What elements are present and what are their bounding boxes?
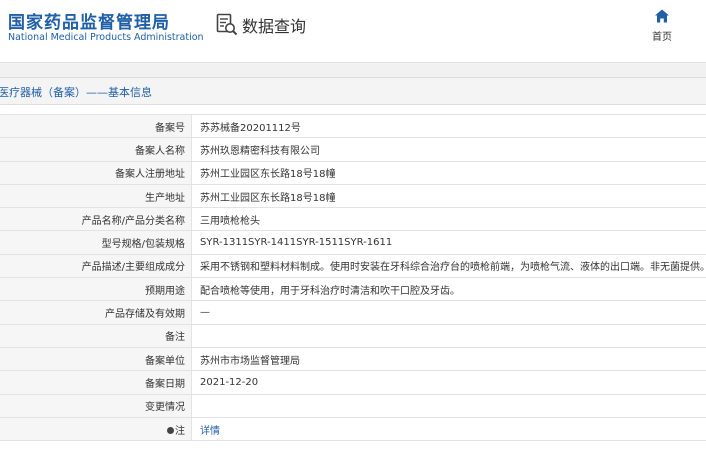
table-row-note: 注 详情	[0, 417, 706, 442]
row-value	[191, 324, 706, 348]
section-header: 医疗器械（备案）——基本信息	[0, 77, 706, 105]
row-label: 备案单位	[0, 347, 192, 372]
row-value: 苏苏械备20201112号	[191, 113, 706, 139]
home-nav[interactable]: 首页	[646, 8, 678, 43]
note-icon	[167, 427, 174, 434]
row-label: 产品存储及有效期	[0, 300, 192, 325]
row-label-note: 注	[0, 417, 192, 442]
header-divider-band	[0, 62, 706, 77]
row-label: 生产地址	[0, 184, 192, 209]
row-label: 备案人名称	[0, 137, 192, 162]
row-value	[191, 394, 706, 418]
row-label: 备案号	[0, 113, 192, 139]
section-title: 医疗器械（备案）——基本信息	[0, 86, 152, 99]
info-table: 备案号 苏苏械备20201112号 备案人名称 苏州玖恩精密科技有限公司 备案人注册地址…	[0, 113, 706, 442]
row-value: 三用喷枪枪头	[191, 207, 706, 232]
row-label: 变更情况	[0, 394, 192, 418]
home-icon	[655, 9, 669, 23]
site-header: 国家药品监督管理局 National Medical Products Admi…	[0, 0, 706, 62]
note-label: 注	[175, 425, 185, 437]
table-row: 生产地址 苏州工业园区东长路18号18幢	[0, 184, 706, 209]
row-label: 型号规格/包装规格	[0, 230, 192, 255]
table-row: 备案号 苏苏械备20201112号	[0, 113, 706, 139]
row-label: 备案日期	[0, 370, 192, 395]
row-value: 苏州工业园区东长路18号18幢	[191, 184, 706, 209]
row-value: SYR-1311SYR-1411SYR-1511SYR-1611	[191, 230, 706, 255]
home-label: 首页	[652, 32, 672, 43]
table-row: 产品描述/主要组成成分 采用不锈钢和塑料材料制成。使用时安装在牙科综合治疗台的喷枪…	[0, 254, 706, 279]
table-row: 备案人名称 苏州玖恩精密科技有限公司	[0, 137, 706, 162]
row-value-note: 详情	[191, 417, 706, 442]
table-row: 产品存储及有效期 —	[0, 300, 706, 325]
details-link[interactable]: 详情	[200, 426, 220, 437]
row-label: 备注	[0, 324, 192, 348]
row-label: 备案人注册地址	[0, 161, 192, 185]
table-row: 备案单位 苏州市市场监督管理局	[0, 347, 706, 372]
table-row: 备案日期 2021-12-20	[0, 370, 706, 395]
page: 国家药品监督管理局 National Medical Products Admi…	[0, 0, 706, 459]
table-row: 产品名称/产品分类名称 三用喷枪枪头	[0, 207, 706, 232]
info-table-body: 备案号 苏苏械备20201112号 备案人名称 苏州玖恩精密科技有限公司 备案人注册地址…	[0, 113, 706, 442]
brand-name-cn[interactable]: 国家药品监督管理局	[8, 8, 170, 33]
row-label: 产品名称/产品分类名称	[0, 207, 192, 232]
table-row: 预期用途 配合喷枪等使用，用于牙科治疗时清洁和吹干口腔及牙齿。	[0, 277, 706, 302]
row-value: 配合喷枪等使用，用于牙科治疗时清洁和吹干口腔及牙齿。	[191, 277, 706, 302]
search-document-icon	[216, 13, 238, 36]
data-query-nav[interactable]: 数据查询	[216, 12, 306, 38]
table-row: 型号规格/包装规格 SYR-1311SYR-1411SYR-1511SYR-161…	[0, 230, 706, 255]
data-query-label: 数据查询	[242, 17, 307, 36]
row-value: 2021-12-20	[191, 370, 706, 395]
table-row: 备案人注册地址 苏州工业园区东长路18号18幢	[0, 161, 706, 185]
row-label: 预期用途	[0, 277, 192, 302]
row-value: —	[191, 300, 706, 325]
table-row: 变更情况	[0, 394, 706, 418]
row-value: 苏州玖恩精密科技有限公司	[191, 137, 706, 162]
row-value: 苏州工业园区东长路18号18幢	[191, 161, 706, 185]
table-row: 备注	[0, 324, 706, 348]
row-label: 产品描述/主要组成成分	[0, 254, 192, 279]
brand-name-en[interactable]: National Medical Products Administration	[8, 32, 204, 43]
row-value: 采用不锈钢和塑料材料制成。使用时安装在牙科综合治疗台的喷枪前端，为喷枪气流、液体…	[191, 254, 706, 279]
row-value: 苏州市市场监督管理局	[191, 347, 706, 372]
